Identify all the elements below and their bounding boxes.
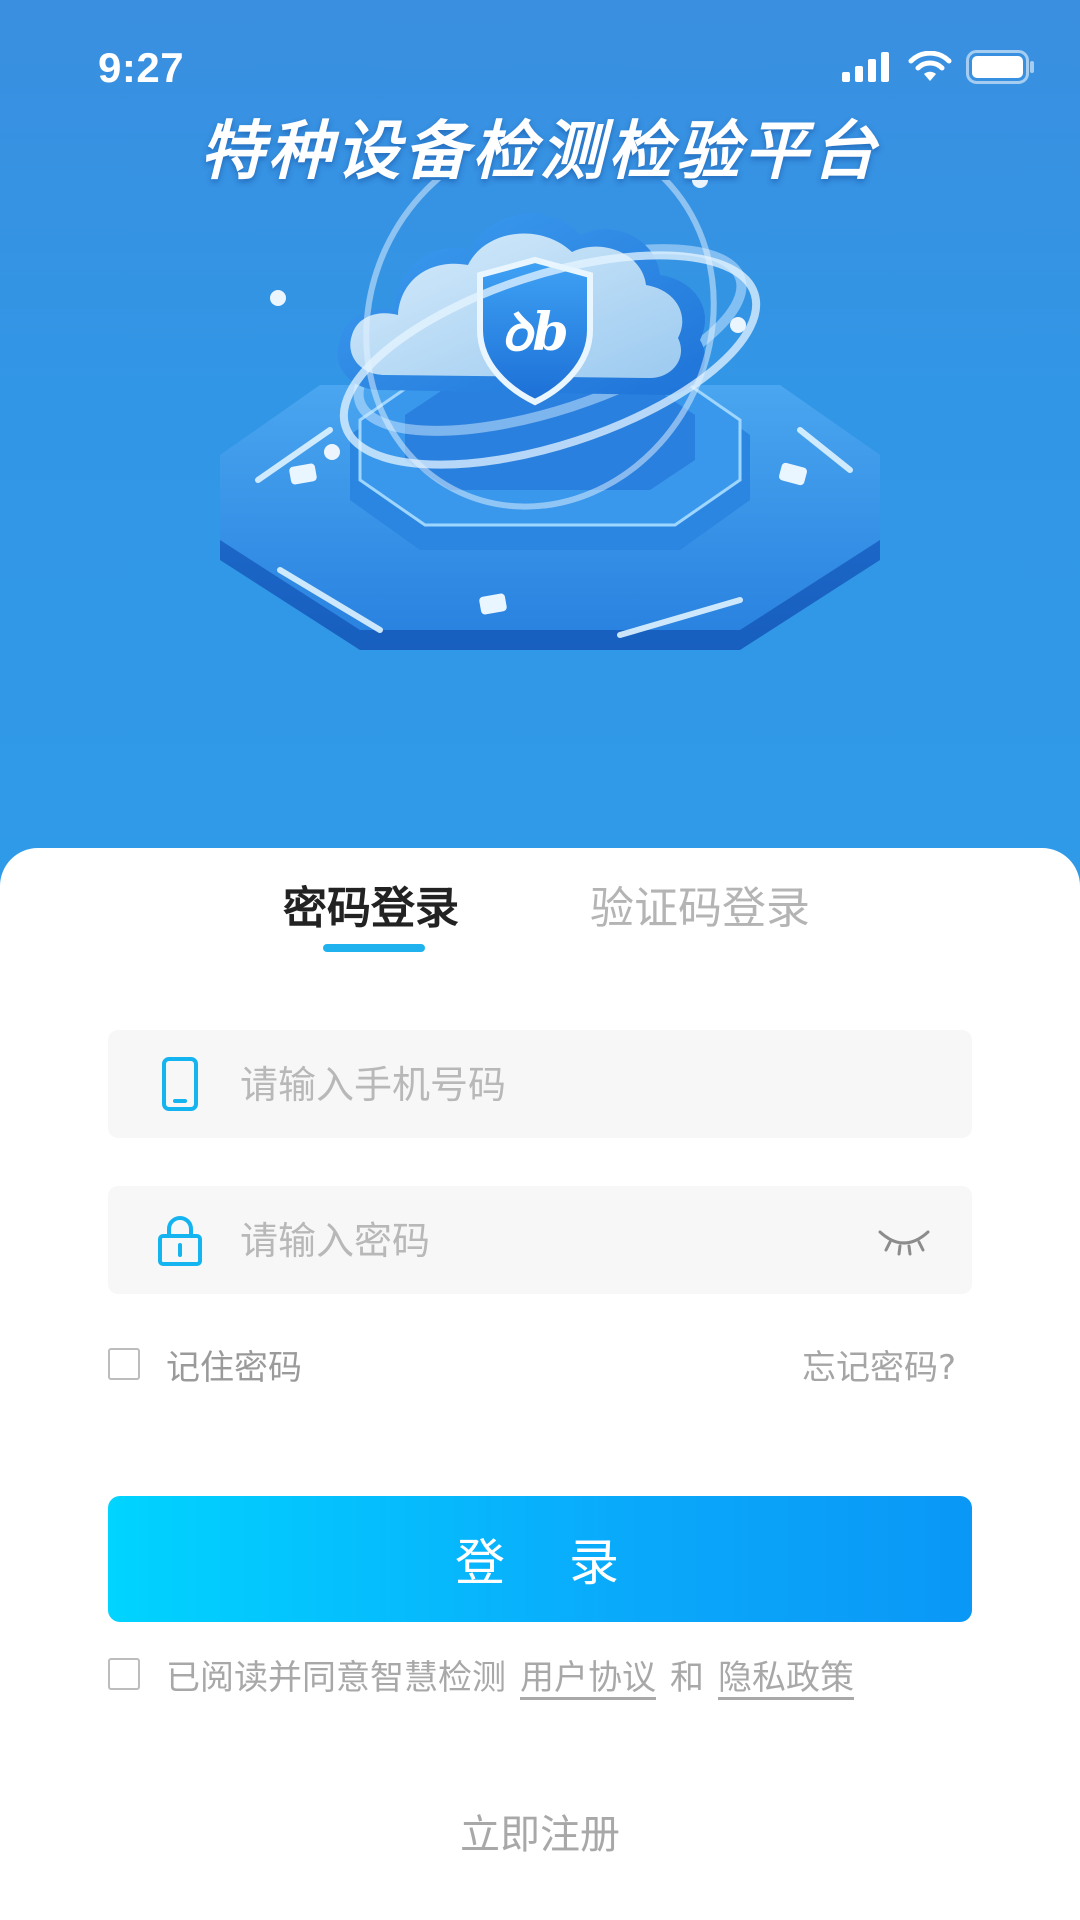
status-icons <box>842 50 1036 84</box>
privacy-policy-link[interactable]: 隐私政策 <box>718 1658 854 1698</box>
agreement-prefix: 已阅读并同意智慧检测 <box>166 1658 506 1698</box>
agreement-checkbox[interactable] <box>108 1658 140 1690</box>
svg-text:ꝺb: ꝺb <box>501 302 569 363</box>
cloud-shield-illustration: ꝺb <box>220 180 880 650</box>
tab-password-login[interactable]: 密码登录 <box>283 872 459 936</box>
login-card: 密码登录 验证码登录 请输入手机号码 记住密码 忘记密码? 登 录 已阅读并同意… <box>0 848 1080 1920</box>
login-tabs: 密码登录 验证码登录 <box>0 872 1080 952</box>
phone-field <box>108 1030 972 1140</box>
user-agreement-link[interactable]: 用户协议 <box>520 1658 656 1698</box>
status-time: 9:27 <box>98 44 185 91</box>
agreement-row: 已阅读并同意智慧检测 用户协议和隐私政策 <box>108 1648 1008 1698</box>
agreement-conjunction: 和 <box>670 1658 704 1698</box>
password-field <box>108 1186 972 1296</box>
cellular-signal-icon <box>842 52 889 82</box>
app-title: 特种设备检测检验平台 <box>200 114 880 189</box>
active-tab-indicator <box>323 944 425 952</box>
agreement-text: 已阅读并同意智慧检测 用户协议和隐私政策 <box>166 1650 854 1699</box>
login-screen: 9:27 特种设备检测检验平台 ꝺb 密码登录 验证码登录 请输入手机号码 记住… <box>0 0 1080 1920</box>
password-input[interactable] <box>238 1186 842 1296</box>
tab-code-login[interactable]: 验证码登录 <box>590 872 810 936</box>
register-link[interactable]: 立即注册 <box>0 1802 1080 1860</box>
password-options-row: 记住密码 忘记密码? <box>108 1338 972 1388</box>
eye-closed-icon[interactable] <box>876 1222 932 1258</box>
phone-input[interactable] <box>238 1030 842 1140</box>
lock-icon <box>158 1216 202 1266</box>
remember-password-checkbox[interactable] <box>108 1348 140 1380</box>
forgot-password-link[interactable]: 忘记密码? <box>802 1340 956 1389</box>
hero-banner: 9:27 特种设备检测检验平台 ꝺb <box>0 0 1080 900</box>
remember-password-label[interactable]: 记住密码 <box>166 1340 302 1389</box>
wifi-icon <box>908 51 952 81</box>
battery-icon <box>966 50 1034 84</box>
phone-icon <box>162 1057 198 1111</box>
login-button[interactable]: 登 录 <box>108 1496 972 1622</box>
